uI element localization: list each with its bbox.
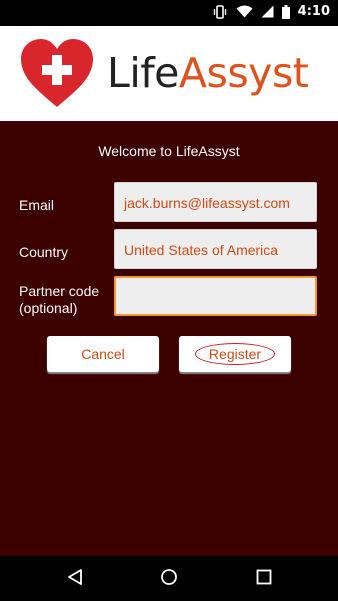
signal-icon [261, 5, 274, 18]
partner-code-label-line1: Partner code [19, 283, 100, 299]
status-bar: 4:10 [0, 0, 338, 26]
partner-code-label-line2: (optional) [19, 300, 78, 316]
email-label: Email [19, 197, 55, 213]
register-highlight-oval [195, 343, 275, 365]
brand-part2: Assyst [178, 49, 309, 97]
heart-cross-logo-icon [18, 37, 96, 114]
brand-part1: Life [107, 49, 179, 97]
cancel-button[interactable]: Cancel [47, 336, 159, 372]
navigation-bar [0, 556, 338, 601]
partner-code-field[interactable] [114, 276, 317, 316]
wifi-icon [236, 5, 253, 18]
home-icon[interactable] [160, 568, 178, 591]
welcome-title: Welcome to LifeAssyst [98, 143, 240, 159]
recents-icon[interactable] [255, 568, 273, 591]
status-time: 4:10 [297, 4, 330, 19]
status-icons: 4:10 [212, 4, 330, 19]
email-field[interactable]: jack.burns@lifeassyst.com [114, 182, 317, 222]
back-icon[interactable] [66, 568, 84, 591]
battery-icon [281, 4, 290, 19]
country-field[interactable]: United States of America [114, 229, 317, 269]
country-label: Country [19, 244, 69, 260]
brand-name: LifeAssyst [107, 53, 309, 94]
partner-code-label: Partner code (optional) [19, 283, 99, 317]
registration-form: Welcome to LifeAssyst Email jack.burns@l… [0, 121, 338, 556]
vibrate-icon [212, 4, 228, 19]
app-header: LifeAssyst [0, 26, 338, 121]
register-button[interactable]: Register [179, 336, 291, 372]
